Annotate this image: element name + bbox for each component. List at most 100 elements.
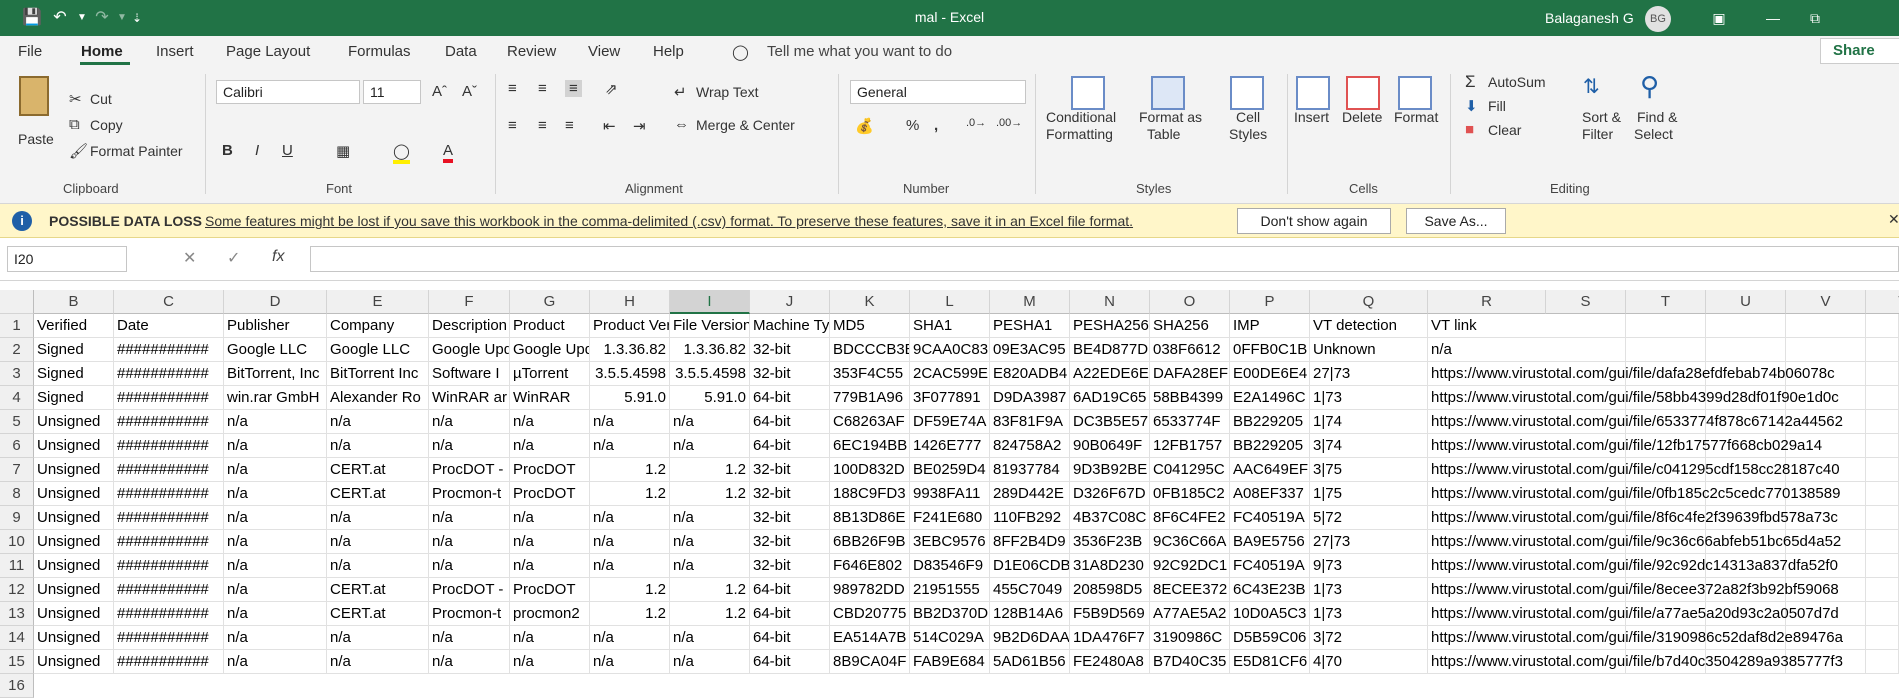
format-cells-icon[interactable]: [1398, 76, 1432, 110]
cell-i4[interactable]: 5.91.0: [670, 386, 750, 410]
cell-g7[interactable]: ProcDOT: [510, 458, 590, 482]
cell-n15[interactable]: FE2480A8: [1070, 650, 1150, 674]
cell-e5[interactable]: n/a: [327, 410, 429, 434]
cell-g10[interactable]: n/a: [510, 530, 590, 554]
cell-n6[interactable]: 90B0649F: [1070, 434, 1150, 458]
find-select-button[interactable]: Find &: [1637, 109, 1677, 125]
cell-b4[interactable]: Signed: [34, 386, 114, 410]
row-header-6[interactable]: 6: [0, 434, 34, 458]
cell-e4[interactable]: Alexander Ro: [327, 386, 429, 410]
cell-i3[interactable]: 3.5.5.4598: [670, 362, 750, 386]
insert-cells-button[interactable]: Insert: [1294, 109, 1329, 125]
cell-e9[interactable]: n/a: [327, 506, 429, 530]
cell-h7[interactable]: 1.2: [590, 458, 670, 482]
align-bottom-icon[interactable]: ≡: [565, 80, 582, 97]
cell-n10[interactable]: 3536F23B: [1070, 530, 1150, 554]
cell-r14[interactable]: https://www.virustotal.com/gui/file/3190…: [1428, 626, 1899, 650]
cell-h8[interactable]: 1.2: [590, 482, 670, 506]
cell-h9[interactable]: n/a: [590, 506, 670, 530]
cell-f5[interactable]: n/a: [429, 410, 510, 434]
cell-n7[interactable]: 9D3B92BE: [1070, 458, 1150, 482]
tell-me-input[interactable]: Tell me what you want to do: [767, 43, 952, 60]
align-left-icon[interactable]: ≡: [508, 117, 517, 134]
column-header-l[interactable]: L: [910, 290, 990, 314]
format-cells-button[interactable]: Format: [1394, 109, 1438, 125]
cell-f3[interactable]: Software I: [429, 362, 510, 386]
cell-k1[interactable]: MD5: [830, 314, 910, 338]
cell-d14[interactable]: n/a: [224, 626, 327, 650]
cell-o1[interactable]: SHA256: [1150, 314, 1230, 338]
cell-q11[interactable]: 9|73: [1310, 554, 1428, 578]
cell-d5[interactable]: n/a: [224, 410, 327, 434]
decrease-indent-icon[interactable]: ⇤: [603, 117, 616, 135]
cell-o3[interactable]: DAFA28EF: [1150, 362, 1230, 386]
cell-r9[interactable]: https://www.virustotal.com/gui/file/8f6c…: [1428, 506, 1899, 530]
cell-p3[interactable]: E00DE6E4: [1230, 362, 1310, 386]
merge-center-button[interactable]: Merge & Center: [696, 117, 795, 133]
underline-icon[interactable]: U: [282, 142, 293, 159]
cell-j4[interactable]: 64-bit: [750, 386, 830, 410]
cell-o15[interactable]: B7D40C35: [1150, 650, 1230, 674]
save-as-button[interactable]: Save As...: [1406, 208, 1506, 234]
increase-decimal-icon[interactable]: .0→: [966, 117, 986, 129]
cell-k12[interactable]: 989782DD: [830, 578, 910, 602]
cell-q8[interactable]: 1|75: [1310, 482, 1428, 506]
cell-n9[interactable]: 4B37C08C: [1070, 506, 1150, 530]
cell-d1[interactable]: Publisher: [224, 314, 327, 338]
row-header-5[interactable]: 5: [0, 410, 34, 434]
cell-c5[interactable]: ###########: [114, 410, 224, 434]
column-header-i[interactable]: I: [670, 290, 750, 314]
tab-data[interactable]: Data: [445, 43, 477, 60]
cell-p4[interactable]: E2A1496C: [1230, 386, 1310, 410]
dont-show-again-button[interactable]: Don't show again: [1237, 208, 1391, 234]
select-all-corner[interactable]: [0, 290, 34, 314]
cell-d4[interactable]: win.rar GmbH: [224, 386, 327, 410]
cell-r7[interactable]: https://www.virustotal.com/gui/file/c041…: [1428, 458, 1899, 482]
cell-h11[interactable]: n/a: [590, 554, 670, 578]
column-header-f[interactable]: F: [429, 290, 510, 314]
cell-p10[interactable]: BA9E5756: [1230, 530, 1310, 554]
increase-font-icon[interactable]: Aˆ: [432, 83, 447, 100]
cell-r11[interactable]: https://www.virustotal.com/gui/file/92c9…: [1428, 554, 1899, 578]
cell-d10[interactable]: n/a: [224, 530, 327, 554]
cell-c8[interactable]: ###########: [114, 482, 224, 506]
cell-q4[interactable]: 1|73: [1310, 386, 1428, 410]
cell-g3[interactable]: µTorrent: [510, 362, 590, 386]
cell-h12[interactable]: 1.2: [590, 578, 670, 602]
italic-icon[interactable]: I: [255, 142, 259, 159]
cell-n2[interactable]: BE4D877D: [1070, 338, 1150, 362]
cell-e3[interactable]: BitTorrent Inc: [327, 362, 429, 386]
cell-i8[interactable]: 1.2: [670, 482, 750, 506]
format-as-table-button[interactable]: Format as: [1139, 109, 1202, 125]
row-header-13[interactable]: 13: [0, 602, 34, 626]
cell-j6[interactable]: 64-bit: [750, 434, 830, 458]
row-header-11[interactable]: 11: [0, 554, 34, 578]
cell-m6[interactable]: 824758A2: [990, 434, 1070, 458]
percent-icon[interactable]: %: [906, 117, 919, 134]
cell-m10[interactable]: 8FF2B4D9: [990, 530, 1070, 554]
cell-e6[interactable]: n/a: [327, 434, 429, 458]
ribbon-display-icon[interactable]: ▣: [1704, 6, 1734, 30]
cell-b7[interactable]: Unsigned: [34, 458, 114, 482]
formula-input[interactable]: [310, 246, 1899, 272]
sort-filter-button[interactable]: Sort &: [1582, 109, 1621, 125]
column-header-d[interactable]: D: [224, 290, 327, 314]
cell-b6[interactable]: Unsigned: [34, 434, 114, 458]
cell-k13[interactable]: CBD20775: [830, 602, 910, 626]
number-format-select[interactable]: General: [850, 80, 1026, 104]
cell-n1[interactable]: PESHA256: [1070, 314, 1150, 338]
accounting-format-icon[interactable]: 💰: [855, 117, 874, 135]
user-name[interactable]: Balaganesh G: [1545, 10, 1634, 26]
cell-b10[interactable]: Unsigned: [34, 530, 114, 554]
cell-q2[interactable]: Unknown: [1310, 338, 1428, 362]
cell-i14[interactable]: n/a: [670, 626, 750, 650]
cell-g15[interactable]: n/a: [510, 650, 590, 674]
cell-i2[interactable]: 1.3.36.82: [670, 338, 750, 362]
cell-q5[interactable]: 1|74: [1310, 410, 1428, 434]
cell-m2[interactable]: 09E3AC95: [990, 338, 1070, 362]
cell-j14[interactable]: 64-bit: [750, 626, 830, 650]
autosum-icon[interactable]: Σ: [1465, 72, 1476, 92]
cell-styles-icon[interactable]: [1230, 76, 1264, 110]
cell-l10[interactable]: 3EBC9576: [910, 530, 990, 554]
cell-f7[interactable]: ProcDOT -: [429, 458, 510, 482]
